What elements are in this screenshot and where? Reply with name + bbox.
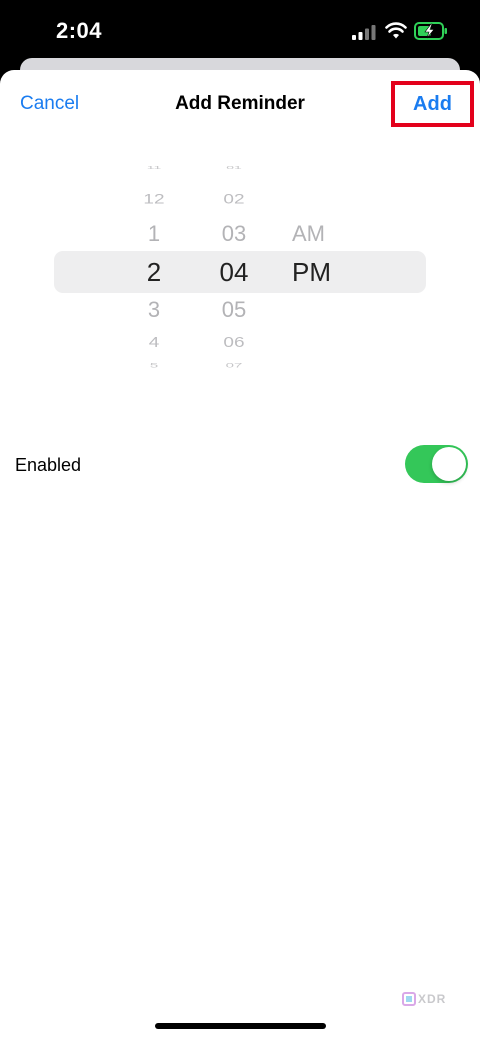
minute-option[interactable]: 01 <box>204 165 264 170</box>
minute-option[interactable]: 06 <box>204 335 264 350</box>
hour-option[interactable]: 5 <box>124 362 184 369</box>
minute-option[interactable]: 05 <box>204 299 264 321</box>
toggle-knob <box>432 447 466 481</box>
minute-selected[interactable]: 04 <box>204 259 264 285</box>
watermark-text: XDR <box>418 992 447 1006</box>
add-button-label: Add <box>413 92 452 115</box>
wifi-icon <box>385 22 407 39</box>
hour-wheel[interactable]: 11 12 1 2 3 4 5 <box>124 155 184 385</box>
minute-option[interactable]: 07 <box>204 362 264 369</box>
add-button[interactable]: Add <box>391 81 474 127</box>
xdr-logo-icon <box>402 992 416 1006</box>
hour-option[interactable]: 4 <box>124 335 184 350</box>
add-reminder-sheet: Cancel Add Reminder Add 11 12 1 2 3 4 5 … <box>0 70 480 1039</box>
home-indicator[interactable] <box>155 1023 326 1029</box>
minute-option[interactable]: 03 <box>204 223 264 245</box>
enabled-label: Enabled <box>15 455 82 475</box>
hour-option[interactable]: 11 <box>124 165 184 170</box>
status-time: 2:04 <box>56 18 103 43</box>
hour-option[interactable]: 1 <box>124 223 184 245</box>
signal-icon <box>352 25 376 40</box>
watermark: XDR <box>402 990 446 1008</box>
enabled-toggle[interactable] <box>405 445 468 483</box>
hour-selected[interactable]: 2 <box>124 259 184 285</box>
period-selected[interactable]: PM <box>292 259 352 285</box>
period-wheel[interactable]: AM PM <box>280 155 340 385</box>
minute-wheel[interactable]: 01 02 03 04 05 06 07 <box>204 155 264 385</box>
hour-option[interactable]: 3 <box>124 299 184 321</box>
enabled-row: Enabled <box>0 442 480 486</box>
battery-charging-icon <box>414 22 447 40</box>
period-option[interactable]: AM <box>292 223 352 245</box>
hour-option[interactable]: 12 <box>124 192 184 206</box>
minute-option[interactable]: 02 <box>204 192 264 206</box>
time-picker[interactable]: 11 12 1 2 3 4 5 01 02 03 04 05 06 07 AM … <box>0 155 480 385</box>
status-bar: 2:04 <box>0 0 480 62</box>
